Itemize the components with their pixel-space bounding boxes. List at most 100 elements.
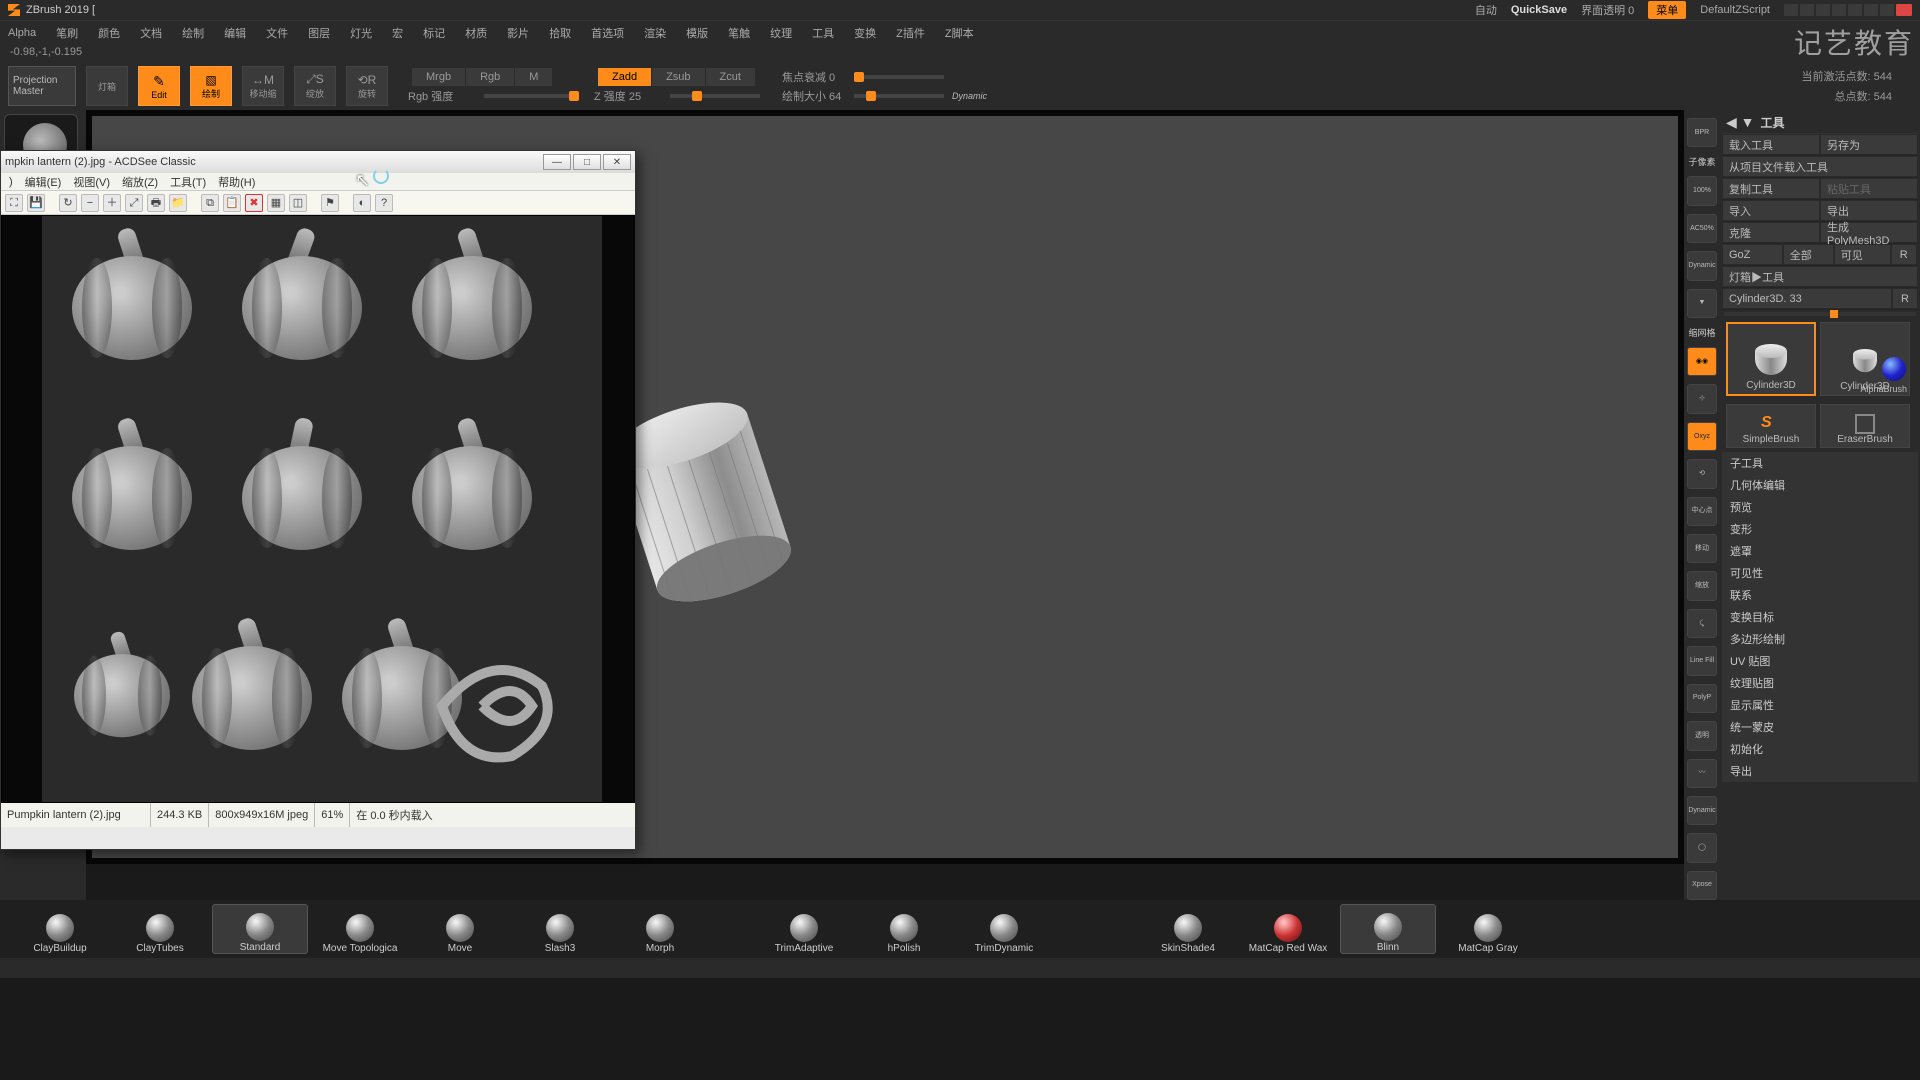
- mrgb-button[interactable]: Mrgb: [412, 68, 466, 86]
- menu-zscript[interactable]: Z脚本: [945, 25, 974, 41]
- section-uvmap[interactable]: UV 贴图: [1722, 650, 1918, 672]
- acd-menu-zoom[interactable]: 缩放(Z): [122, 174, 158, 190]
- menu-prefs[interactable]: 首选项: [591, 25, 624, 41]
- solo-button[interactable]: ◯: [1687, 833, 1717, 862]
- dynamic-grid-button[interactable]: Dynamic: [1687, 251, 1717, 280]
- frame-button[interactable]: ⊹: [1687, 384, 1717, 413]
- section-mask[interactable]: 遮罩: [1722, 540, 1918, 562]
- menu-texture[interactable]: 纹理: [770, 25, 792, 41]
- brush-morph[interactable]: Morph: [612, 904, 708, 954]
- menu-transform[interactable]: 变换: [854, 25, 876, 41]
- acdsee-viewport[interactable]: [1, 215, 635, 803]
- goz-all-button[interactable]: 全部: [1784, 245, 1833, 264]
- acdsee-close-button[interactable]: ✕: [603, 154, 631, 170]
- export-button[interactable]: 导出: [1821, 201, 1917, 220]
- projection-master-button[interactable]: Projection Master: [8, 66, 76, 106]
- menu-macro[interactable]: 宏: [392, 25, 403, 41]
- brush-standard[interactable]: Standard: [212, 904, 308, 954]
- edit-button[interactable]: ✎Edit: [138, 66, 180, 106]
- save-as-button[interactable]: 另存为: [1821, 135, 1917, 154]
- lightbox-tool-button[interactable]: 灯箱▶工具: [1723, 267, 1917, 286]
- acd-menu-edit[interactable]: 编辑(E): [25, 174, 62, 190]
- win-ico-7[interactable]: [1880, 4, 1894, 16]
- zsub-button[interactable]: Zsub: [652, 68, 705, 86]
- tool-thumb-cylinder2[interactable]: Cylinder3D AlphaBrush: [1820, 322, 1910, 396]
- lightbox-button[interactable]: 灯箱: [86, 66, 128, 106]
- win-ico-5[interactable]: [1848, 4, 1862, 16]
- acd-expand-icon[interactable]: ⛶: [5, 194, 23, 212]
- zcut-button[interactable]: Zcut: [706, 68, 756, 86]
- acdsee-maximize-button[interactable]: □: [573, 154, 601, 170]
- acd-zoomout-icon[interactable]: −: [81, 194, 99, 212]
- rgb-button[interactable]: Rgb: [466, 68, 515, 86]
- material-matcapgray[interactable]: MatCap Gray: [1440, 904, 1536, 954]
- win-ico-2[interactable]: [1800, 4, 1814, 16]
- z-intensity-slider[interactable]: Z 强度 25: [594, 88, 760, 104]
- section-morphtarget[interactable]: 变换目标: [1722, 606, 1918, 628]
- menu-color[interactable]: 颜色: [98, 25, 120, 41]
- acdsee-titlebar[interactable]: mpkin lantern (2).jpg - ACDSee Classic —…: [1, 151, 635, 173]
- menu-document[interactable]: 文档: [140, 25, 162, 41]
- menu-material[interactable]: 材质: [465, 25, 487, 41]
- acd-help-icon[interactable]: ?: [375, 194, 393, 212]
- acd-print-icon[interactable]: 🖶: [147, 194, 165, 212]
- goz-r-button[interactable]: R: [1892, 245, 1916, 264]
- dynamic2-button[interactable]: Dynamic: [1687, 796, 1717, 825]
- draw-button[interactable]: ▧绘制: [190, 66, 232, 106]
- brush-claybuildup[interactable]: ClayBuildup: [12, 904, 108, 954]
- brush-slash3[interactable]: Slash3: [512, 904, 608, 954]
- section-deform[interactable]: 变形: [1722, 518, 1918, 540]
- center-button[interactable]: 中心点: [1687, 497, 1717, 526]
- transparency-label[interactable]: 界面透明 0: [1581, 2, 1634, 18]
- brush-hpolish[interactable]: hPolish: [856, 904, 952, 954]
- cam-button[interactable]: ⟲: [1687, 459, 1717, 488]
- win-ico-4[interactable]: [1832, 4, 1846, 16]
- m-button[interactable]: M: [515, 68, 553, 86]
- section-subtool[interactable]: 子工具: [1722, 452, 1918, 474]
- quicksave-button[interactable]: QuickSave: [1511, 4, 1567, 16]
- acdsee-minimize-button[interactable]: —: [543, 154, 571, 170]
- menu-edit[interactable]: 编辑: [224, 25, 246, 41]
- win-ico-3[interactable]: [1816, 4, 1830, 16]
- polyframe-button[interactable]: PolyP: [1687, 684, 1717, 713]
- goz-visible-button[interactable]: 可见: [1835, 245, 1890, 264]
- close-icon[interactable]: [1896, 4, 1912, 16]
- rotate-cam-button[interactable]: ⤹: [1687, 609, 1717, 638]
- tool-r-button[interactable]: R: [1893, 289, 1917, 308]
- menu-button[interactable]: 菜单: [1648, 1, 1686, 19]
- section-geometry[interactable]: 几何体编辑: [1722, 474, 1918, 496]
- paste-tool-button[interactable]: 粘贴工具: [1821, 179, 1917, 198]
- menu-tool[interactable]: 工具: [812, 25, 834, 41]
- menu-picker[interactable]: 拾取: [549, 25, 571, 41]
- acd-menu-0[interactable]: ): [9, 176, 13, 188]
- menu-render[interactable]: 渲染: [644, 25, 666, 41]
- focal-shift-slider[interactable]: 焦点衰减 0: [782, 69, 987, 85]
- brush-trimadaptive[interactable]: TrimAdaptive: [756, 904, 852, 954]
- menu-movie[interactable]: 影片: [507, 25, 529, 41]
- menu-layer[interactable]: 图层: [308, 25, 330, 41]
- tool-thumb-cylinder[interactable]: Cylinder3D: [1726, 322, 1816, 396]
- brush-movetopo[interactable]: Move Topologica: [312, 904, 408, 954]
- menu-light[interactable]: 灯光: [350, 25, 372, 41]
- ghost-button[interactable]: 〰: [1687, 759, 1717, 788]
- bpr-button[interactable]: BPR: [1687, 118, 1717, 147]
- import-project-button[interactable]: 从项目文件载入工具: [1723, 157, 1917, 176]
- brush-claytubes[interactable]: ClayTubes: [112, 904, 208, 954]
- section-visibility[interactable]: 可见性: [1722, 562, 1918, 584]
- section-contact[interactable]: 联系: [1722, 584, 1918, 606]
- menu-marker[interactable]: 标记: [423, 25, 445, 41]
- brush-move[interactable]: Move: [412, 904, 508, 954]
- section-export[interactable]: 导出: [1722, 760, 1918, 782]
- menu-file[interactable]: 文件: [266, 25, 288, 41]
- acd-window-icon[interactable]: ◫: [289, 194, 307, 212]
- acd-zoomin-icon[interactable]: ＋: [103, 194, 121, 212]
- section-texturemap[interactable]: 纹理贴图: [1722, 672, 1918, 694]
- menu-alpha[interactable]: Alpha: [8, 27, 36, 39]
- acd-zoomfit-icon[interactable]: ⤢: [125, 194, 143, 212]
- simplebrush-thumb[interactable]: SSimpleBrush: [1726, 404, 1816, 448]
- move-cam-button[interactable]: 移动: [1687, 534, 1717, 563]
- tool-slider[interactable]: [1724, 312, 1916, 316]
- dynamic-label[interactable]: Dynamic: [952, 91, 987, 101]
- win-ico-6[interactable]: [1864, 4, 1878, 16]
- acd-flag-icon[interactable]: ⚑: [321, 194, 339, 212]
